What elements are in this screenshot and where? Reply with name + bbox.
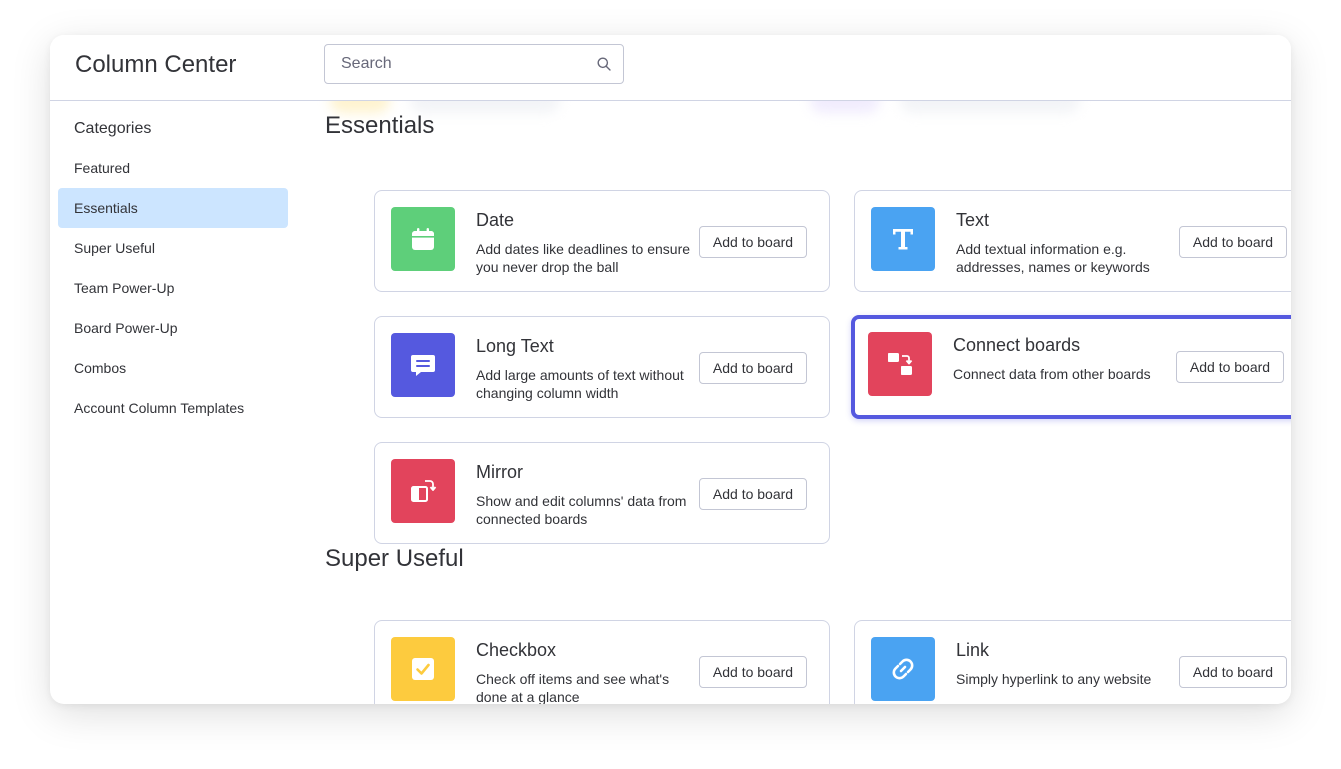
scrolled-content-fade [900, 101, 1080, 113]
sidebar-item-team-power-up[interactable]: Team Power-Up [58, 268, 288, 308]
calendar-icon [391, 207, 455, 271]
sidebar-item-essentials[interactable]: Essentials [58, 188, 288, 228]
page-title: Column Center [75, 51, 237, 78]
add-to-board-button-date[interactable]: Add to board [699, 226, 807, 258]
column-card-connect-boards[interactable]: Connect boards Connect data from other b… [851, 315, 1291, 419]
text-t-icon [871, 207, 935, 271]
sidebar-item-account-column-templates[interactable]: Account Column Templates [58, 388, 288, 428]
sidebar-item-combos[interactable]: Combos [58, 348, 288, 388]
card-description: Add large amounts of text without changi… [476, 367, 684, 401]
sidebar-item-board-power-up[interactable]: Board Power-Up [58, 308, 288, 348]
column-card-date[interactable]: Date Add dates like deadlines to ensure … [374, 190, 830, 292]
link-icon [871, 637, 935, 701]
card-title: Text [956, 210, 990, 230]
chat-bubble-icon [391, 333, 455, 397]
card-title: Date [476, 210, 515, 230]
card-title: Long Text [476, 336, 554, 356]
card-description: Connect data from other boards [953, 366, 1151, 382]
card-description: Show and edit columns' data from connect… [476, 493, 687, 527]
card-description: Check off items and see what's done at a… [476, 671, 670, 704]
card-description: Simply hyperlink to any website [956, 671, 1152, 687]
column-center-window: Column Center Categories Featured Essent… [50, 35, 1291, 704]
column-card-text[interactable]: Text Add textual information e.g. addres… [854, 190, 1291, 292]
search-icon[interactable] [597, 57, 611, 71]
card-title: Checkbox [476, 640, 557, 660]
add-to-board-button-link[interactable]: Add to board [1179, 656, 1287, 688]
column-card-checkbox[interactable]: Checkbox Check off items and see what's … [374, 620, 830, 704]
add-to-board-button-long-text[interactable]: Add to board [699, 352, 807, 384]
sidebar-item-featured[interactable]: Featured [58, 148, 288, 188]
sidebar-item-super-useful[interactable]: Super Useful [58, 228, 288, 268]
checkbox-icon [391, 637, 455, 701]
column-card-link[interactable]: Link Simply hyperlink to any website Add… [854, 620, 1291, 704]
column-card-long-text[interactable]: Long Text Add large amounts of text with… [374, 316, 830, 418]
add-to-board-button-mirror[interactable]: Add to board [699, 478, 807, 510]
sidebar: Categories Featured Essentials Super Use… [50, 101, 300, 704]
search-input[interactable] [325, 45, 585, 83]
scrolled-content-fade [810, 101, 880, 113]
header: Column Center [50, 35, 1291, 101]
card-title: Connect boards [953, 335, 1081, 355]
mirror-icon [391, 459, 455, 523]
column-list[interactable]: Essentials Date Add dates like deadlines… [300, 101, 1291, 704]
search-box[interactable] [324, 44, 624, 84]
add-to-board-button-text[interactable]: Add to board [1179, 226, 1287, 258]
card-description: Add dates like deadlines to ensure you n… [476, 241, 691, 275]
section-title-super-useful: Super Useful [325, 545, 464, 572]
column-card-mirror[interactable]: Mirror Show and edit columns' data from … [374, 442, 830, 544]
add-to-board-button-checkbox[interactable]: Add to board [699, 656, 807, 688]
sidebar-heading: Categories [74, 120, 152, 137]
connect-boards-icon [868, 332, 932, 396]
section-title-essentials: Essentials [325, 112, 435, 139]
card-title: Link [956, 640, 990, 660]
card-description: Add textual information e.g. addresses, … [956, 241, 1150, 275]
card-title: Mirror [476, 462, 523, 482]
add-to-board-button-connect-boards[interactable]: Add to board [1176, 351, 1284, 383]
